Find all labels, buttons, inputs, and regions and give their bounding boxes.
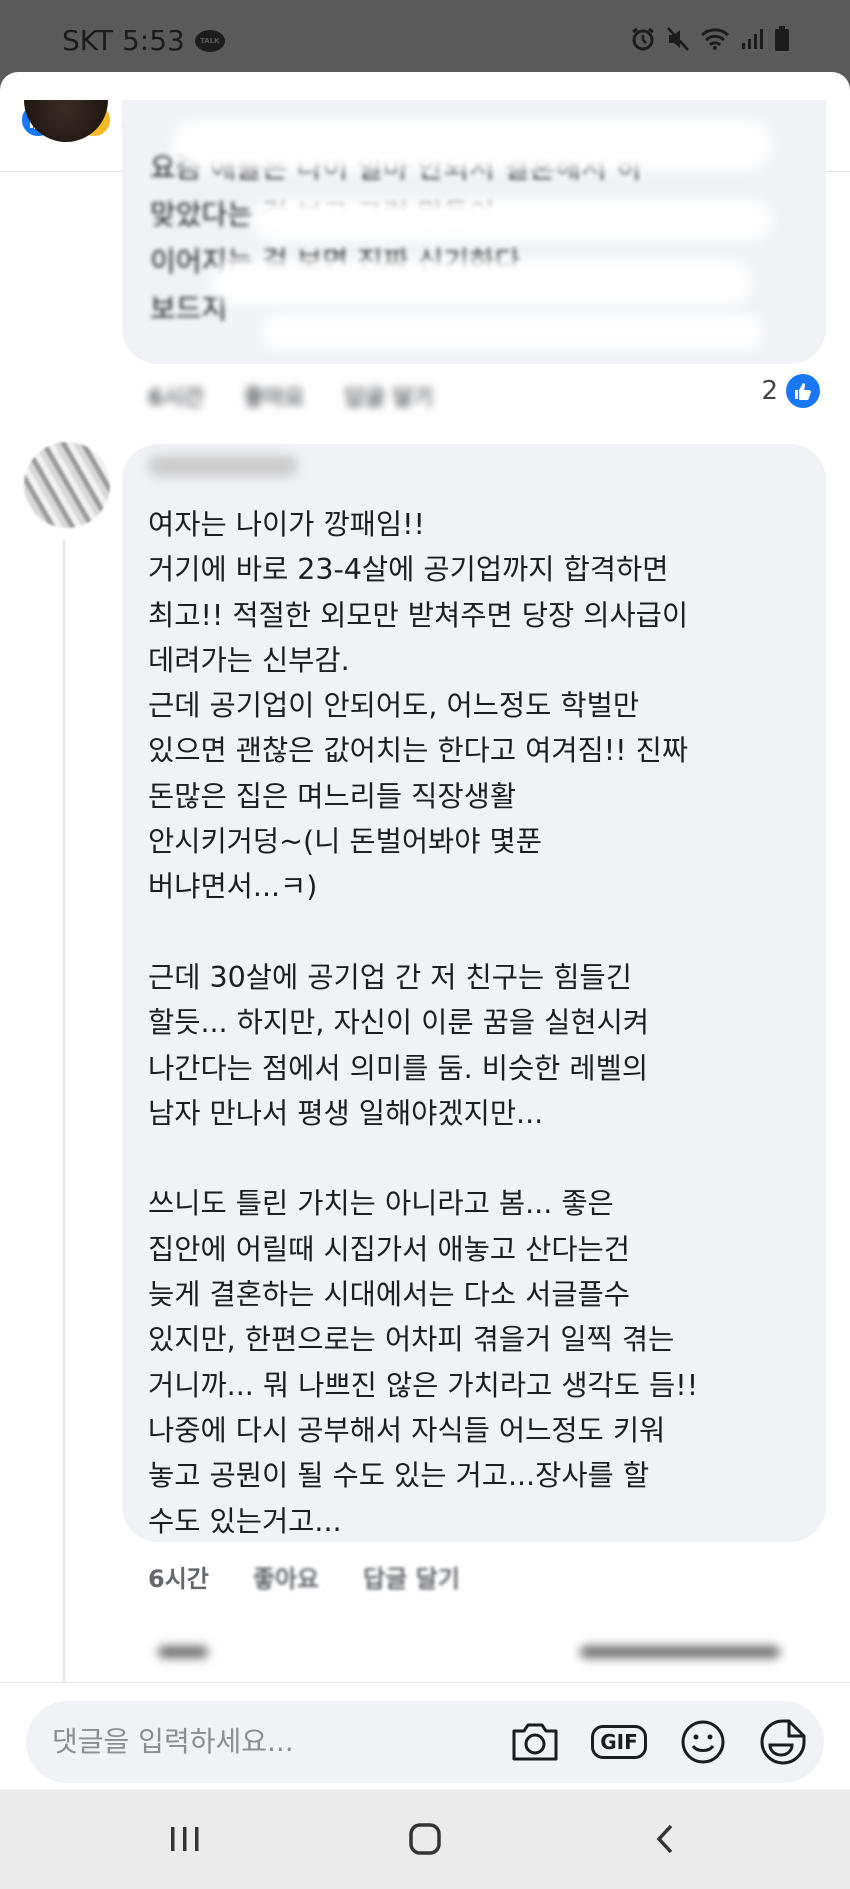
mute-icon <box>667 27 689 51</box>
status-left: SKT 5:53 TALK <box>62 24 225 57</box>
reply-link[interactable]: 답글 달기 <box>363 1559 460 1594</box>
signal-icon <box>742 29 763 49</box>
comment-bubble: 요즘 애들은 나이 얼마 안되서 결혼해서 히 맞았다는 걸 보고 그런 말들이… <box>122 100 826 364</box>
redaction-scribble <box>262 314 762 350</box>
comment-text: 여자는 나이가 깡패임!! 거기에 바로 23-4살에 공기업까지 합격하면 최… <box>148 508 699 1538</box>
comment-time: 6시간 <box>148 386 204 411</box>
like-count-number: 2 <box>761 376 778 406</box>
talk-badge-label: TALK <box>200 36 220 45</box>
comment-meta: 6시간 좋아요 답글 달기 <box>148 380 433 412</box>
gif-label: GIF <box>591 1725 647 1759</box>
thread-line <box>63 540 65 1690</box>
comment-composer: GIF <box>0 1682 850 1789</box>
redaction-scribble <box>252 200 772 240</box>
comment-meta: 6시간 좋아요 답글 달기 <box>148 1559 504 1594</box>
kakaotalk-notification-icon: TALK <box>194 29 225 52</box>
redaction-scribble <box>212 260 752 304</box>
next-comment-preview <box>140 1630 800 1670</box>
comment-input-container: GIF <box>26 1701 824 1783</box>
recent-apps-icon[interactable] <box>160 1817 210 1861</box>
redaction-scribble <box>172 120 772 170</box>
like-link[interactable]: 좋아요 <box>253 1559 319 1594</box>
comments-sheet: 36 요즘 애들은 나이 얼마 안되서 결혼해서 히 맞았다는 걸 보고 그런 … <box>0 72 850 1789</box>
comment-time: 6시간 <box>148 1565 209 1593</box>
commenter-avatar[interactable] <box>24 442 110 528</box>
wifi-icon <box>700 28 730 50</box>
gif-icon[interactable]: GIF <box>591 1717 647 1767</box>
battery-icon <box>775 26 789 51</box>
like-link[interactable]: 좋아요 <box>244 380 305 412</box>
carrier-time: SKT 5:53 <box>62 24 185 57</box>
comment-author-name[interactable] <box>148 456 298 476</box>
status-bar: SKT 5:53 TALK <box>0 0 850 78</box>
emoji-icon[interactable] <box>676 1717 730 1767</box>
like-reaction-icon <box>786 374 820 408</box>
reply-link[interactable]: 답글 달기 <box>345 380 434 412</box>
comment-bubble: 여자는 나이가 깡패임!! 거기에 바로 23-4살에 공기업까지 합격하면 최… <box>122 444 826 1542</box>
back-icon[interactable] <box>640 1817 690 1861</box>
comment-input[interactable] <box>52 1719 472 1763</box>
home-icon[interactable] <box>400 1817 450 1861</box>
status-icons <box>630 26 790 52</box>
sticker-icon[interactable] <box>756 1717 810 1767</box>
android-nav-bar <box>0 1789 850 1889</box>
camera-icon[interactable] <box>508 1717 562 1767</box>
alarm-icon <box>632 27 654 51</box>
comment-like-count[interactable]: 2 <box>761 374 820 408</box>
